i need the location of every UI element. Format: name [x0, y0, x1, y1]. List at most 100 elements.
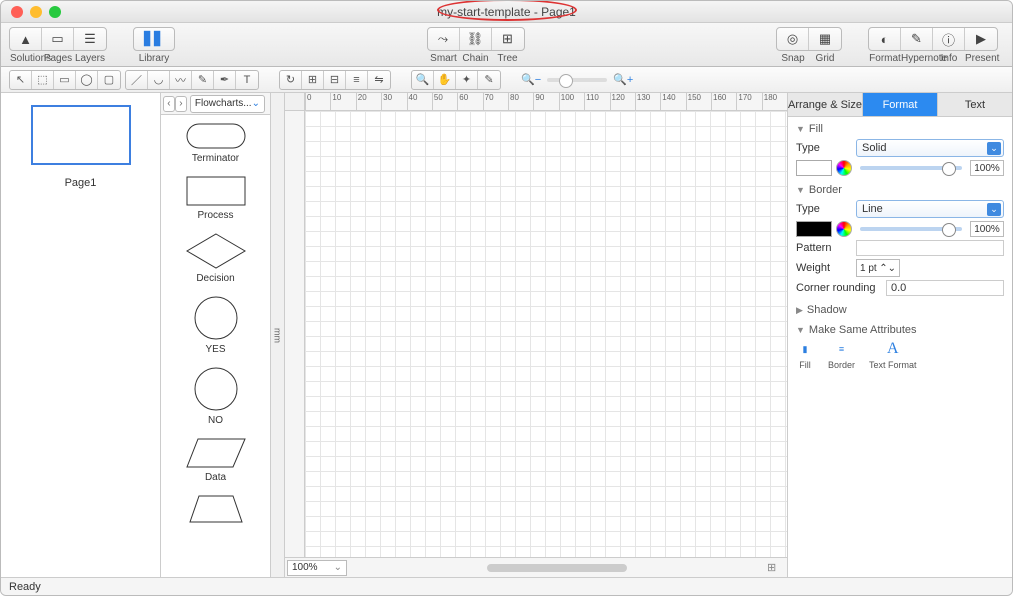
shapes-back-button[interactable]: ‹: [163, 96, 175, 112]
format-label: Format: [869, 53, 901, 64]
pen-tool[interactable]: ✒: [214, 71, 236, 89]
pages-button[interactable]: ▭: [42, 28, 74, 50]
minimize-window-button[interactable]: [30, 6, 42, 18]
ruler-units-toggle[interactable]: mm: [271, 93, 285, 577]
border-color-swatch[interactable]: [796, 221, 832, 237]
pattern-combo[interactable]: [856, 240, 1004, 256]
msa-fill[interactable]: ▮Fill: [796, 340, 814, 370]
inspector-panel: Arrange & Size Format Text ▼Fill Type So…: [787, 93, 1012, 577]
shape-process[interactable]: Process: [161, 168, 270, 225]
tree-button[interactable]: ⊞: [492, 28, 524, 50]
msa-border[interactable]: ≡Border: [828, 340, 855, 370]
shape-yes[interactable]: YES: [161, 288, 270, 359]
present-label: Present: [965, 53, 997, 64]
rounded-rect-tool[interactable]: ▢: [98, 71, 120, 89]
curve-tool[interactable]: 〰: [170, 71, 192, 89]
fill-color-wheel[interactable]: [836, 160, 852, 176]
eyedropper-tool[interactable]: ✎: [478, 71, 500, 89]
fill-color-swatch[interactable]: [796, 160, 832, 176]
shadow-disclosure[interactable]: ▶: [796, 305, 803, 316]
zoom-in-icon[interactable]: 🔍+: [613, 73, 633, 86]
corner-rounding-field[interactable]: 0.0: [886, 280, 1004, 296]
ungroup-tool[interactable]: ⊟: [324, 71, 346, 89]
zoom-slider[interactable]: [547, 78, 607, 82]
tab-arrange-size[interactable]: Arrange & Size: [788, 93, 863, 116]
border-disclosure[interactable]: ▼: [796, 185, 805, 195]
status-bar: Ready: [1, 577, 1012, 595]
close-window-button[interactable]: [11, 6, 23, 18]
border-type-combo[interactable]: Line⌄: [856, 200, 1004, 218]
horizontal-scrollbar[interactable]: [487, 564, 627, 572]
snap-button[interactable]: ◎: [777, 28, 809, 50]
shapes-library-combo[interactable]: Flowcharts...⌄: [190, 95, 265, 113]
shadow-section: ▶Shadow: [796, 304, 1004, 316]
border-opacity-value[interactable]: 100%: [970, 221, 1004, 237]
tab-text[interactable]: Text: [938, 93, 1012, 116]
shape-trapezoid[interactable]: [161, 487, 270, 527]
arc-tool[interactable]: ◡: [148, 71, 170, 89]
line-tool[interactable]: ／: [126, 71, 148, 89]
ellipse-tool[interactable]: ◯: [76, 71, 98, 89]
shape-decision[interactable]: Decision: [161, 225, 270, 288]
layers-icon: ☰: [84, 31, 96, 47]
page-guides-icon[interactable]: ⊞: [767, 561, 787, 574]
fill-type-combo[interactable]: Solid⌄: [856, 139, 1004, 157]
msa-text-format[interactable]: AText Format: [869, 340, 917, 370]
zoom-out-icon[interactable]: 🔍−: [521, 73, 541, 86]
app-window: my-start-template - Page1 ▲ ▭ ☰ Solution…: [0, 0, 1013, 596]
pencil-tool[interactable]: ✎: [192, 71, 214, 89]
library-icon: ▋▋: [144, 31, 164, 47]
flip-tool[interactable]: ⇋: [368, 71, 390, 89]
zoom-level-combo[interactable]: 100%⌄: [287, 560, 347, 576]
canvas[interactable]: [305, 111, 787, 557]
zoom-tool[interactable]: 🔍: [412, 71, 434, 89]
align-tool[interactable]: ≡: [346, 71, 368, 89]
layers-label: Layers: [74, 53, 106, 64]
rect-tool[interactable]: ▭: [54, 71, 76, 89]
format-button[interactable]: ◐: [869, 28, 901, 50]
grid-button[interactable]: ▦: [809, 28, 841, 50]
border-color-wheel[interactable]: [836, 221, 852, 237]
status-text: Ready: [9, 581, 41, 593]
shape-terminator[interactable]: Terminator: [161, 115, 270, 168]
library-button[interactable]: ▋▋: [134, 28, 174, 50]
info-button[interactable]: ⓘ: [933, 28, 965, 50]
pointer-tool[interactable]: ↖: [10, 71, 32, 89]
chain-button[interactable]: ⛓: [460, 28, 492, 50]
rotate-tool[interactable]: ↻: [280, 71, 302, 89]
chain-label: Chain: [460, 53, 492, 64]
canvas-area: 0102030405060708090100110120130140150160…: [285, 93, 787, 577]
msa-disclosure[interactable]: ▼: [796, 325, 805, 335]
hand-tool[interactable]: ✋: [434, 71, 456, 89]
canvas-bottom-bar: 100%⌄ ⊞: [285, 557, 787, 577]
tools-bar: ↖ ⬚ ▭ ◯ ▢ ／ ◡ 〰 ✎ ✒ T ↻ ⊞ ⊟ ≡ ⇋ 🔍 ✋ ✦ ✎: [1, 67, 1012, 93]
corner-label: Corner rounding: [796, 282, 886, 294]
stamp-tool[interactable]: ✦: [456, 71, 478, 89]
shape-data[interactable]: Data: [161, 430, 270, 487]
zoom-window-button[interactable]: [49, 6, 61, 18]
ruler-vertical: [285, 111, 305, 557]
fill-opacity-value[interactable]: 100%: [970, 160, 1004, 176]
smart-button[interactable]: ⤳: [428, 28, 460, 50]
present-button[interactable]: ▶: [965, 28, 997, 50]
border-opacity-slider[interactable]: [860, 227, 962, 231]
shapes-panel: ‹ › Flowcharts...⌄ Terminator Process De…: [161, 93, 271, 577]
hypernote-button[interactable]: ✎: [901, 28, 933, 50]
fill-opacity-slider[interactable]: [860, 166, 962, 170]
weight-stepper[interactable]: 1 pt⌃⌄: [856, 259, 900, 277]
marquee-tool[interactable]: ⬚: [32, 71, 54, 89]
solutions-button[interactable]: ▲: [10, 28, 42, 50]
shapes-forward-button[interactable]: ›: [175, 96, 187, 112]
text-tool[interactable]: T: [236, 71, 258, 89]
chain-icon: ⛓: [467, 31, 484, 47]
page-thumbnail[interactable]: [31, 105, 131, 165]
layers-button[interactable]: ☰: [74, 28, 106, 50]
grid-label: Grid: [809, 53, 841, 64]
border-type-label: Type: [796, 203, 856, 215]
snap-label: Snap: [777, 53, 809, 64]
fill-disclosure[interactable]: ▼: [796, 124, 805, 134]
hypernote-label: Hypernote: [901, 53, 933, 64]
shape-no[interactable]: NO: [161, 359, 270, 430]
tab-format[interactable]: Format: [863, 93, 938, 116]
group-tool[interactable]: ⊞: [302, 71, 324, 89]
